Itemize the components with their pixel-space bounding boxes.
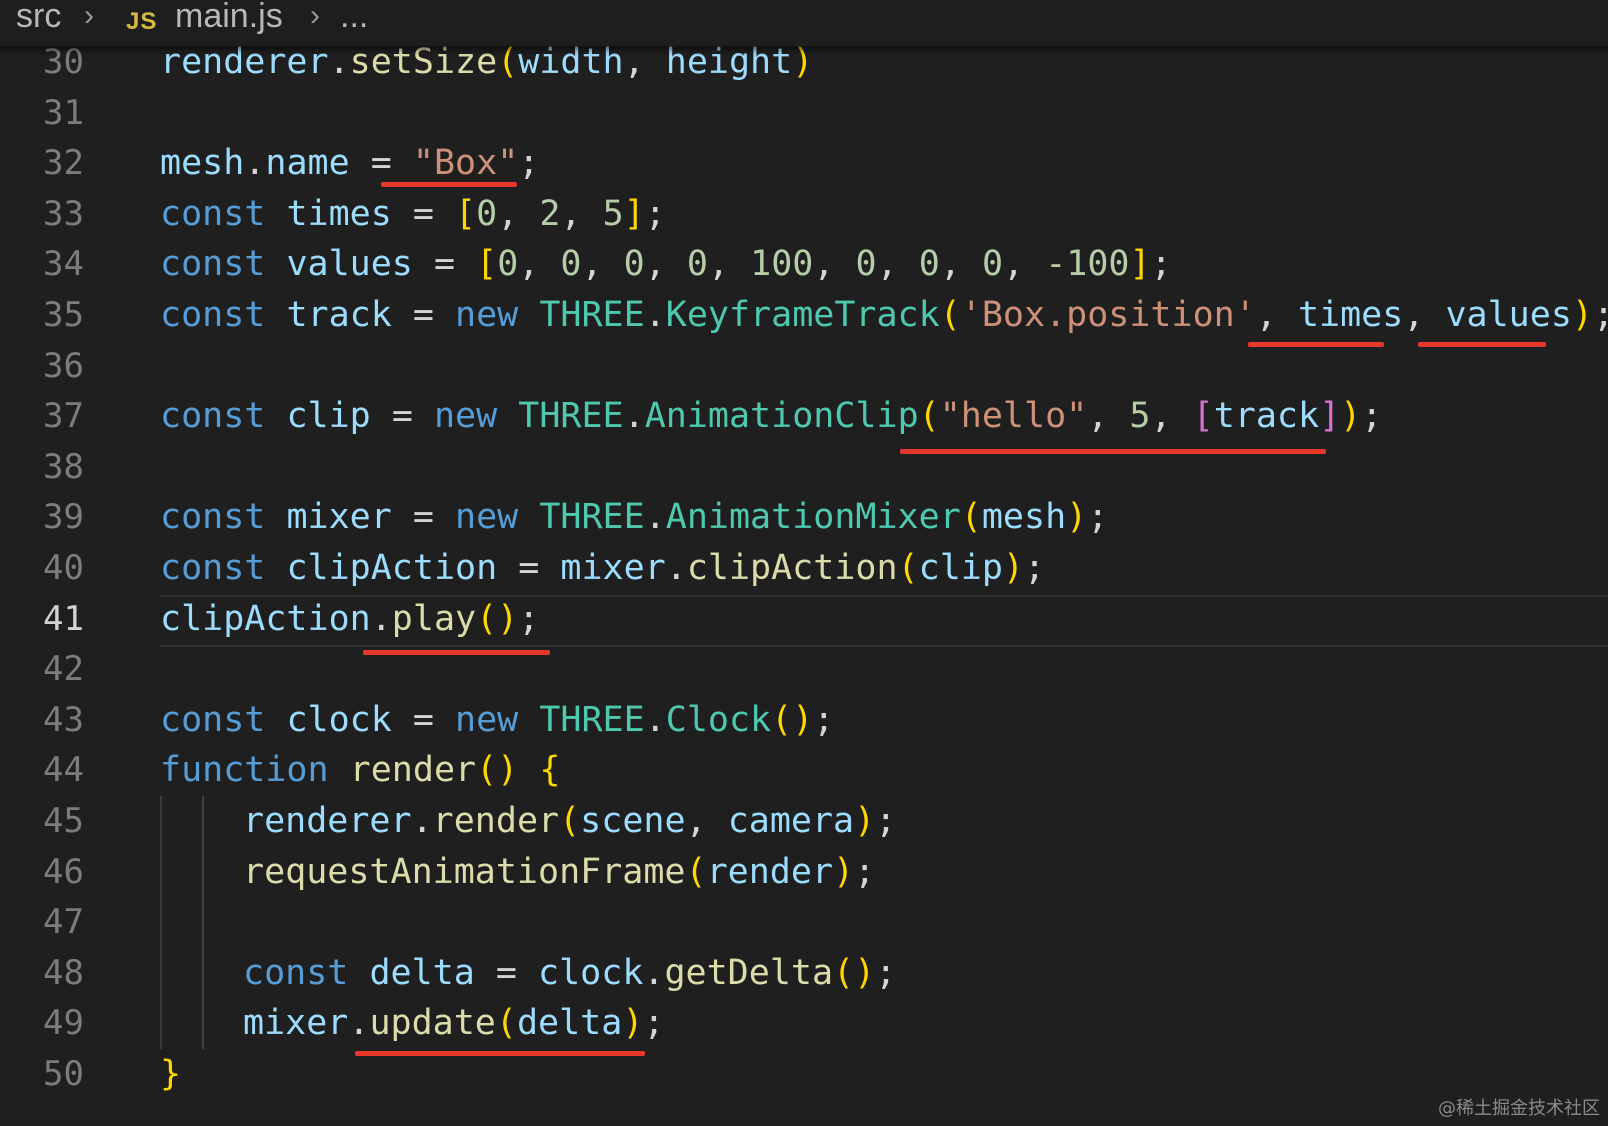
code-line[interactable]: 40 const clipAction = mixer.clipAction(cl… [0,542,1608,594]
line-number: 50 [43,1054,84,1094]
breadcrumb: src › JS main.js › ... [0,0,1608,46]
code-text[interactable]: mixer.update(delta); [243,997,664,1049]
chevron-right-icon: › [84,0,94,32]
watermark: @稀土掘金技术社区 [1438,1098,1600,1119]
annotation-underline [381,182,517,187]
line-number: 49 [43,1003,84,1044]
code-line[interactable]: 34 const values = [0, 0, 0, 0, 100, 0, 0,… [0,238,1608,290]
line-number: 48 [43,952,84,993]
code-line[interactable]: 32 mesh.name = "Box"; [0,137,1608,189]
line-number: 39 [43,497,84,538]
code-line[interactable]: 46 requestAnimationFrame(render); [0,846,1608,898]
line-number: 42 [43,649,84,690]
code-text[interactable]: const delta = clock.getDelta(); [243,947,896,999]
code-text[interactable]: const track = new THREE.KeyframeTrack('B… [160,289,1608,341]
line-number: 36 [43,345,84,386]
line-number: 43 [43,699,84,740]
annotation-underline [1418,342,1546,347]
code-line[interactable]: 44 function render() { [0,744,1608,796]
code-line[interactable]: 41 clipAction.play(); [0,593,1608,645]
code-line[interactable]: 43 const clock = new THREE.Clock(); [0,694,1608,746]
code-line[interactable]: 42 [0,643,1608,695]
code-line[interactable]: 36 [0,340,1608,392]
code-text[interactable]: const mixer = new THREE.AnimationMixer(m… [160,491,1108,543]
line-number: 46 [43,851,84,892]
line-number: 34 [43,244,84,285]
breadcrumb-symbol-ellipsis[interactable]: ... [340,0,368,38]
code-line[interactable]: 33 const times = [0, 2, 5]; [0,188,1608,240]
line-number: 35 [43,295,84,335]
code-text[interactable]: } [160,1048,181,1100]
line-number: 47 [43,902,84,943]
breadcrumb-file[interactable]: main.js [175,0,283,38]
line-number: 37 [43,396,84,437]
code-text[interactable]: const times = [0, 2, 5]; [160,188,666,240]
code-line[interactable]: 48 const delta = clock.getDelta(); [0,947,1608,999]
line-number: 32 [43,143,84,184]
code-text[interactable]: requestAnimationFrame(render); [243,846,875,898]
chevron-right-icon: › [310,0,320,32]
line-number: 33 [43,193,84,234]
javascript-file-icon: JS [126,8,158,35]
code-line[interactable]: 47 [0,896,1608,948]
line-number: 31 [43,92,84,133]
line-number: 38 [43,446,84,487]
code-line[interactable]: 31 [0,87,1608,139]
annotation-underline [900,449,1326,454]
code-text[interactable]: clipAction.play(); [160,593,539,645]
code-line[interactable]: 50} [0,1048,1608,1100]
annotation-underline [1248,342,1384,347]
code-line[interactable]: 45 renderer.render(scene, camera); [0,795,1608,847]
code-text[interactable]: const clock = new THREE.Clock(); [160,694,834,746]
code-text[interactable]: const values = [0, 0, 0, 0, 100, 0, 0, 0… [160,238,1172,290]
code-line[interactable]: 49 mixer.update(delta); [0,997,1608,1049]
code-line[interactable]: 35 const track = new THREE.KeyframeTrack(… [0,289,1608,341]
code-text[interactable]: renderer.render(scene, camera); [243,795,896,847]
code-line[interactable]: 39 const mixer = new THREE.AnimationMixer… [0,491,1608,543]
line-number: 41 [43,598,84,639]
annotation-underline [363,650,550,655]
line-number: 45 [43,801,84,841]
line-number: 44 [43,750,84,791]
breadcrumb-folder[interactable]: src [16,0,61,38]
annotation-underline [355,1051,645,1056]
line-number: 40 [43,548,84,588]
code-text[interactable]: const clipAction = mixer.clipAction(clip… [160,542,1045,594]
code-line[interactable]: 37 const clip = new THREE.AnimationClip("… [0,390,1608,442]
code-line[interactable]: 38 [0,441,1608,493]
code-text[interactable]: function render() { [160,744,560,796]
code-text[interactable]: const clip = new THREE.AnimationClip("he… [160,390,1382,442]
